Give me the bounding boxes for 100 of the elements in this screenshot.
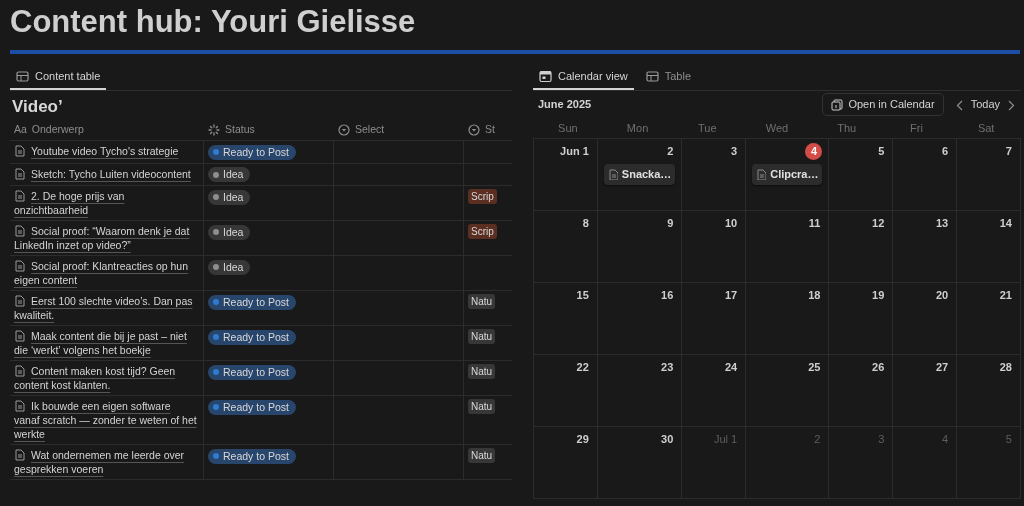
select-tag: Natu — [468, 329, 496, 345]
day-number: 7 — [1004, 144, 1013, 159]
day-number: 4 — [805, 143, 823, 160]
document-icon — [14, 365, 26, 378]
weekday-label: Mon — [625, 120, 650, 136]
document-icon — [14, 449, 26, 462]
column-header[interactable]: St — [464, 119, 512, 142]
row-title[interactable]: Content maken kost tijd? Geen content kost klanten. — [14, 364, 199, 393]
day-number: 23 — [660, 360, 675, 375]
document-icon — [14, 167, 26, 180]
day-number: 15 — [575, 288, 590, 303]
day-number: 8 — [581, 216, 590, 231]
column-header[interactable]: Status — [204, 119, 334, 142]
day-number: 4 — [941, 432, 950, 447]
row-title[interactable]: Social proof: “Waarom denk je dat LinkedIn inzet op video?” — [14, 224, 199, 253]
weekday-label: Sat — [976, 120, 996, 136]
day-number: 25 — [807, 360, 822, 375]
weekday-label: Sun — [557, 120, 579, 136]
day-number: 30 — [660, 432, 675, 447]
status-tag: Ready to Post — [208, 399, 296, 415]
day-number: 21 — [998, 288, 1013, 303]
day-number: Jul 1 — [712, 432, 739, 447]
select-icon — [468, 123, 480, 136]
day-number: 28 — [998, 360, 1013, 375]
select-icon — [338, 123, 350, 136]
document-icon — [14, 400, 26, 413]
calendar-icon — [831, 98, 844, 111]
weekday-label: Tue — [697, 120, 718, 136]
month-title: June 2025 — [538, 97, 592, 113]
day-number: 20 — [934, 288, 950, 303]
column-header[interactable]: Select — [334, 119, 464, 142]
day-number: 17 — [723, 288, 739, 303]
row-title[interactable]: Eerst 100 slechte video’s. Dan pas kwaliteit. — [14, 294, 199, 323]
day-number: 19 — [871, 288, 886, 303]
status-tag: Ready to Post — [208, 144, 296, 160]
day-number: 18 — [807, 288, 822, 303]
section-heading: Video’ — [11, 96, 64, 118]
weekday-label: Wed — [764, 120, 790, 136]
row-title[interactable]: Maak content die bij je past – niet die ‘werkt’ volgens het boekje — [14, 329, 199, 358]
select-tag: Natu — [468, 448, 496, 464]
column-header[interactable]: Aa Onderwerp — [10, 119, 204, 142]
today-button[interactable]: Today — [966, 96, 1004, 113]
status-tag: Ready to Post — [208, 329, 296, 345]
weekday-label: Fri — [909, 120, 924, 136]
row-title[interactable]: Youtube video Tycho's strategie — [14, 144, 199, 159]
day-number: 9 — [666, 216, 675, 231]
day-number: 3 — [730, 144, 739, 159]
weekday-label: Thu — [836, 120, 858, 136]
calendar-icon — [539, 69, 552, 83]
select-tag: Scrip — [468, 189, 497, 205]
status-tag: Idea — [208, 189, 251, 205]
day-number: 26 — [871, 360, 886, 375]
row-title[interactable]: Wat ondernemen me leerde over gesprekken voeren — [14, 448, 199, 477]
day-number: 10 — [723, 216, 739, 231]
document-icon — [14, 145, 26, 158]
table-icon — [645, 69, 659, 83]
document-icon — [14, 225, 26, 238]
status-tag: Idea — [208, 167, 251, 183]
day-number: 5 — [877, 144, 886, 159]
day-number: 22 — [575, 360, 590, 375]
table-icon — [16, 69, 29, 83]
status-icon — [208, 123, 220, 136]
row-title[interactable]: Sketch: Tycho Luiten videocontent — [14, 166, 199, 181]
select-tag: Natu — [468, 364, 496, 380]
day-number: 2 — [666, 144, 675, 159]
row-title[interactable]: 2. De hoge prijs van onzichtbaarheid — [14, 189, 199, 218]
document-icon — [14, 295, 26, 308]
calendar-event[interactable]: Clipcra… — [752, 164, 823, 185]
chevron-right-icon — [1008, 99, 1015, 111]
status-tag: Ready to Post — [208, 448, 296, 464]
day-number: Jun 1 — [559, 144, 590, 159]
document-icon — [14, 260, 26, 273]
select-tag: Natu — [468, 294, 496, 310]
day-number: 2 — [813, 432, 822, 447]
status-tag: Idea — [208, 259, 251, 275]
calendar-event[interactable]: Snacka… — [603, 164, 676, 185]
document-icon — [607, 168, 618, 180]
day-number: 16 — [660, 288, 675, 303]
day-number: 3 — [877, 432, 886, 447]
day-number: 13 — [934, 216, 950, 231]
status-tag: Ready to Post — [208, 294, 296, 310]
page-title: Content hub: Youri Gielisse — [9, 3, 417, 41]
day-number: 11 — [807, 216, 822, 231]
day-number: 27 — [934, 360, 950, 375]
view-tab[interactable]: Content table — [10, 62, 107, 90]
day-number: 12 — [871, 216, 886, 231]
document-icon — [14, 330, 26, 343]
view-tab[interactable]: Calendar view — [533, 62, 634, 90]
status-tag: Idea — [208, 224, 251, 240]
day-number: 24 — [723, 360, 739, 375]
select-tag: Natu — [468, 399, 496, 415]
day-number: 14 — [998, 216, 1013, 231]
day-number: 5 — [1004, 432, 1013, 447]
open-calendar-button[interactable]: Open in Calendar — [822, 93, 944, 116]
chevron-left-icon — [955, 99, 963, 111]
view-tab[interactable]: Table — [639, 62, 697, 90]
row-title[interactable]: Ik bouwde een eigen software vanaf scratch — zonder te weten of het werkte — [14, 399, 199, 442]
document-icon — [14, 190, 26, 203]
select-tag: Scrip — [468, 224, 497, 240]
row-title[interactable]: Social proof: Klantreacties op hun eigen content — [14, 259, 199, 288]
